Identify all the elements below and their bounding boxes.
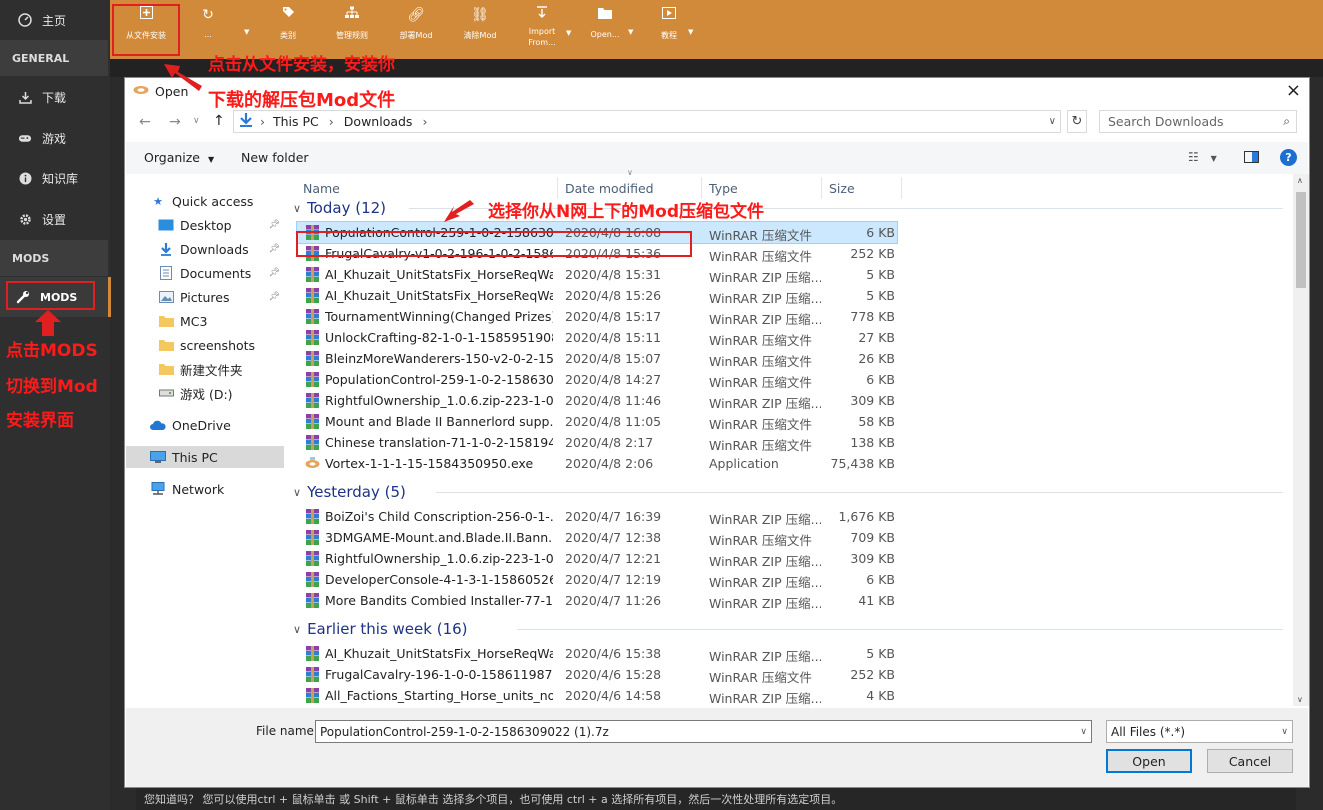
arrow-to-file-icon [444, 200, 474, 222]
annotation-arrows [35, 64, 474, 336]
arrow-to-install-icon [164, 64, 202, 91]
arrow-to-mods-icon [35, 310, 61, 336]
